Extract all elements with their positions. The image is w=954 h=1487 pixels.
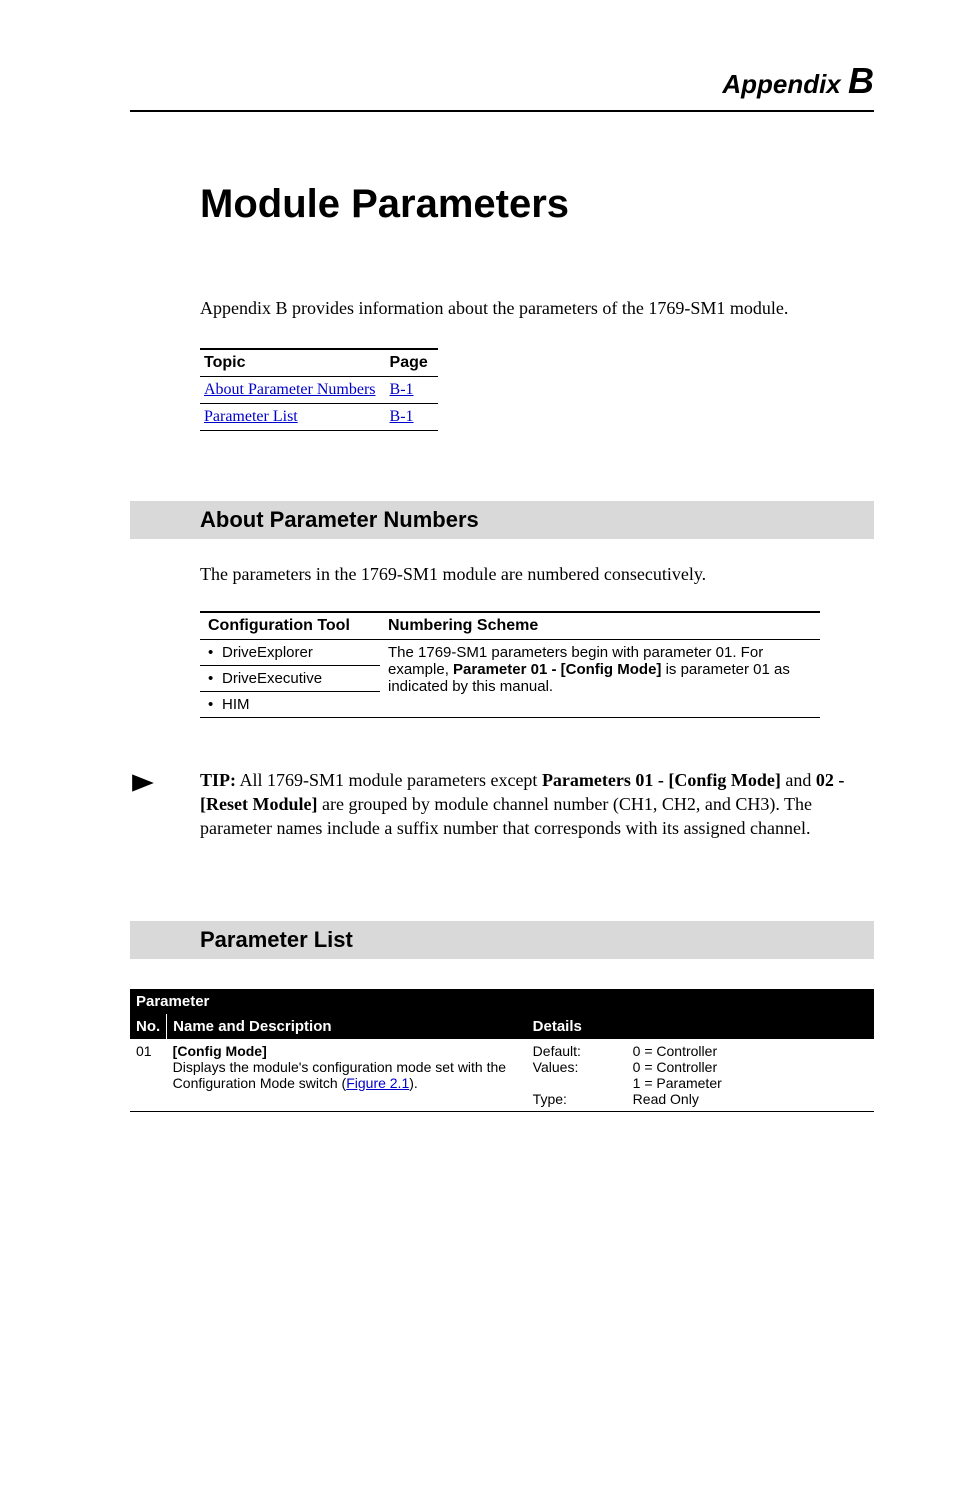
param-no: 01: [130, 1039, 167, 1112]
config-tool-driveexplorer: •DriveExplorer: [200, 639, 380, 665]
param-group-header: Parameter: [130, 989, 527, 1014]
param-blank-header: [527, 989, 874, 1014]
appendix-letter: B: [848, 60, 874, 101]
section1-body: The parameters in the 1769-SM1 module ar…: [200, 563, 874, 586]
config-row: •DriveExplorer The 1769-SM1 parameters b…: [200, 639, 820, 665]
topic-link-about-parameter-numbers[interactable]: About Parameter Numbers: [200, 377, 386, 404]
detail-label-type: Type:: [533, 1091, 567, 1107]
param-detail-labels: Default: Values: Type:: [527, 1039, 627, 1112]
param-desc-end: ).: [409, 1075, 418, 1091]
detail-label-values: Values:: [533, 1059, 579, 1075]
tip-block: TIP: All 1769-SM1 module parameters exce…: [130, 768, 874, 841]
topic-row: Parameter List B-1: [200, 404, 438, 431]
tip-bold1: Parameters 01 - [Config Mode]: [542, 770, 781, 790]
tip-arrow-icon: [130, 768, 184, 801]
param-header-no: No.: [130, 1014, 167, 1039]
config-table: Configuration Tool Numbering Scheme •Dri…: [200, 611, 820, 718]
page-link-b1-b[interactable]: B-1: [386, 404, 438, 431]
config-tool-label: DriveExplorer: [222, 644, 313, 661]
topic-table: Topic Page About Parameter Numbers B-1 P…: [200, 348, 438, 431]
tip-pre: All 1769-SM1 module parameters except: [236, 770, 542, 790]
config-tool-driveexecutive: •DriveExecutive: [200, 665, 380, 691]
param-header-name: Name and Description: [167, 1014, 527, 1039]
config-header-scheme: Numbering Scheme: [380, 612, 820, 640]
config-tool-label: DriveExecutive: [222, 670, 322, 687]
config-scheme-cell: The 1769-SM1 parameters begin with param…: [380, 639, 820, 717]
param-name-desc: [Config Mode] Displays the module's conf…: [167, 1039, 527, 1112]
config-tool-label: HIM: [222, 696, 250, 713]
detail-value-values0: 0 = Controller: [633, 1059, 717, 1075]
appendix-header: Appendix B: [130, 60, 874, 112]
parameter-table: Parameter No. Name and Description Detai…: [130, 989, 874, 1112]
figure-link[interactable]: Figure 2.1: [346, 1075, 409, 1091]
page-link-b1-a[interactable]: B-1: [386, 377, 438, 404]
detail-label-default: Default:: [533, 1043, 581, 1059]
section-heading-parameter-list: Parameter List: [130, 921, 874, 959]
topic-link-parameter-list[interactable]: Parameter List: [200, 404, 386, 431]
section-heading-about-parameter-numbers: About Parameter Numbers: [130, 501, 874, 539]
param-desc-text: Displays the module's configuration mode…: [173, 1059, 506, 1091]
page-title: Module Parameters: [200, 182, 874, 227]
config-scheme-bold: Parameter 01 - [Config Mode]: [453, 661, 661, 678]
param-name-bold: [Config Mode]: [173, 1043, 267, 1059]
detail-value-values1: 1 = Parameter: [633, 1075, 722, 1091]
tip-label: TIP:: [200, 770, 236, 790]
topic-header: Topic: [200, 349, 386, 377]
tip-text: TIP: All 1769-SM1 module parameters exce…: [184, 768, 874, 841]
config-header-tool: Configuration Tool: [200, 612, 380, 640]
intro-paragraph: Appendix B provides information about th…: [200, 297, 874, 320]
tip-mid: and: [781, 770, 816, 790]
config-tool-him: •HIM: [200, 691, 380, 717]
appendix-word: Appendix: [722, 69, 840, 99]
topic-row: About Parameter Numbers B-1: [200, 377, 438, 404]
param-row: 01 [Config Mode] Displays the module's c…: [130, 1039, 874, 1112]
param-header-details: Details: [527, 1014, 874, 1039]
page-header: Page: [386, 349, 438, 377]
param-detail-values: 0 = Controller 0 = Controller 1 = Parame…: [627, 1039, 874, 1112]
detail-value-type: Read Only: [633, 1091, 699, 1107]
detail-value-default: 0 = Controller: [633, 1043, 717, 1059]
